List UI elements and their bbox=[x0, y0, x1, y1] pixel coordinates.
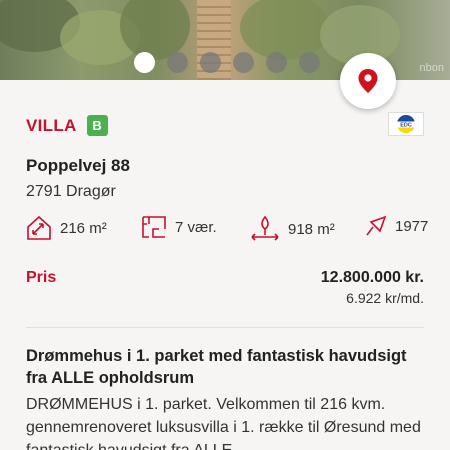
fact-rooms-value: 7 vær. bbox=[175, 218, 217, 236]
monthly-cost: 6.922 kr/md. bbox=[346, 290, 424, 306]
carousel-dots bbox=[134, 52, 320, 73]
property-type: VILLA bbox=[26, 115, 77, 135]
carousel-dot[interactable] bbox=[200, 52, 221, 73]
fact-built-value: 1977 bbox=[395, 217, 429, 235]
floorplan-icon bbox=[142, 216, 166, 238]
fact-area: 216 m² bbox=[26, 215, 107, 241]
price-value: 12.800.000 kr. bbox=[320, 269, 424, 286]
price-label: Pris bbox=[26, 269, 57, 286]
plot-size-icon bbox=[251, 215, 279, 241]
fact-plot-value: 918 m² bbox=[288, 220, 335, 238]
photo-foliage bbox=[240, 0, 330, 60]
fact-area-value: 216 m² bbox=[60, 219, 107, 237]
agency-logo-text: EDC bbox=[400, 123, 412, 129]
description-title: Drømmehus i 1. parket med fantastisk hav… bbox=[26, 347, 407, 387]
house-area-icon bbox=[27, 215, 51, 240]
map-pin-icon bbox=[358, 69, 378, 93]
energy-label-badge: B bbox=[86, 115, 108, 136]
fact-rooms: 7 vær. bbox=[141, 215, 217, 239]
address-city: 2791 Dragør bbox=[26, 183, 116, 200]
carousel-dot[interactable] bbox=[233, 52, 254, 73]
map-button[interactable] bbox=[340, 53, 396, 109]
description-body[interactable]: DRØMMEHUS i 1. parket. Velkommen til 216… bbox=[26, 393, 426, 450]
property-facts: 216 m² 7 vær. 918 m² 1977 bbox=[26, 215, 428, 245]
address-street: Poppelvej 88 bbox=[26, 156, 130, 175]
fact-plot: 918 m² bbox=[250, 215, 335, 243]
edc-logo-icon: EDC bbox=[395, 115, 417, 133]
carousel-dot[interactable] bbox=[299, 52, 320, 73]
divider bbox=[26, 327, 424, 328]
carousel-dot[interactable] bbox=[167, 52, 188, 73]
agency-logo: EDC bbox=[388, 112, 424, 136]
photo-watermark: nbon bbox=[419, 62, 444, 74]
property-type-row: VILLA B bbox=[26, 115, 108, 136]
carousel-dot[interactable] bbox=[134, 52, 155, 73]
trowel-icon bbox=[366, 215, 387, 236]
carousel-dot[interactable] bbox=[266, 52, 287, 73]
fact-built: 1977 bbox=[365, 215, 428, 237]
